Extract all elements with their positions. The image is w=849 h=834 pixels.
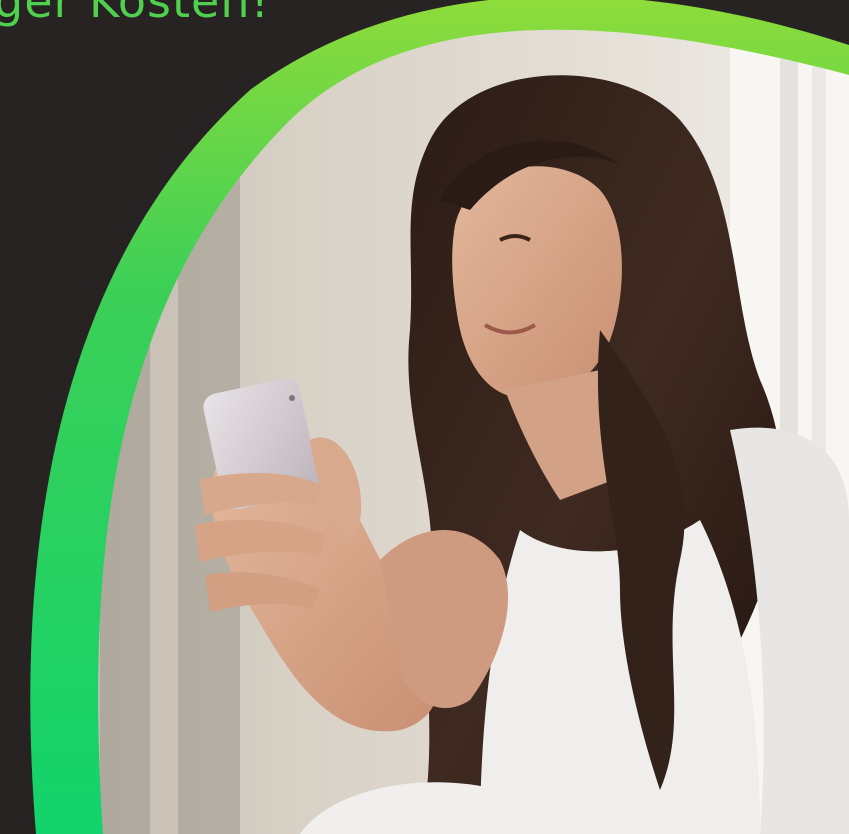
promo-banner: ger Kosten!: [0, 0, 849, 834]
hero-photo-frame: [30, 0, 849, 834]
headline-text: ger Kosten!: [0, 0, 270, 28]
